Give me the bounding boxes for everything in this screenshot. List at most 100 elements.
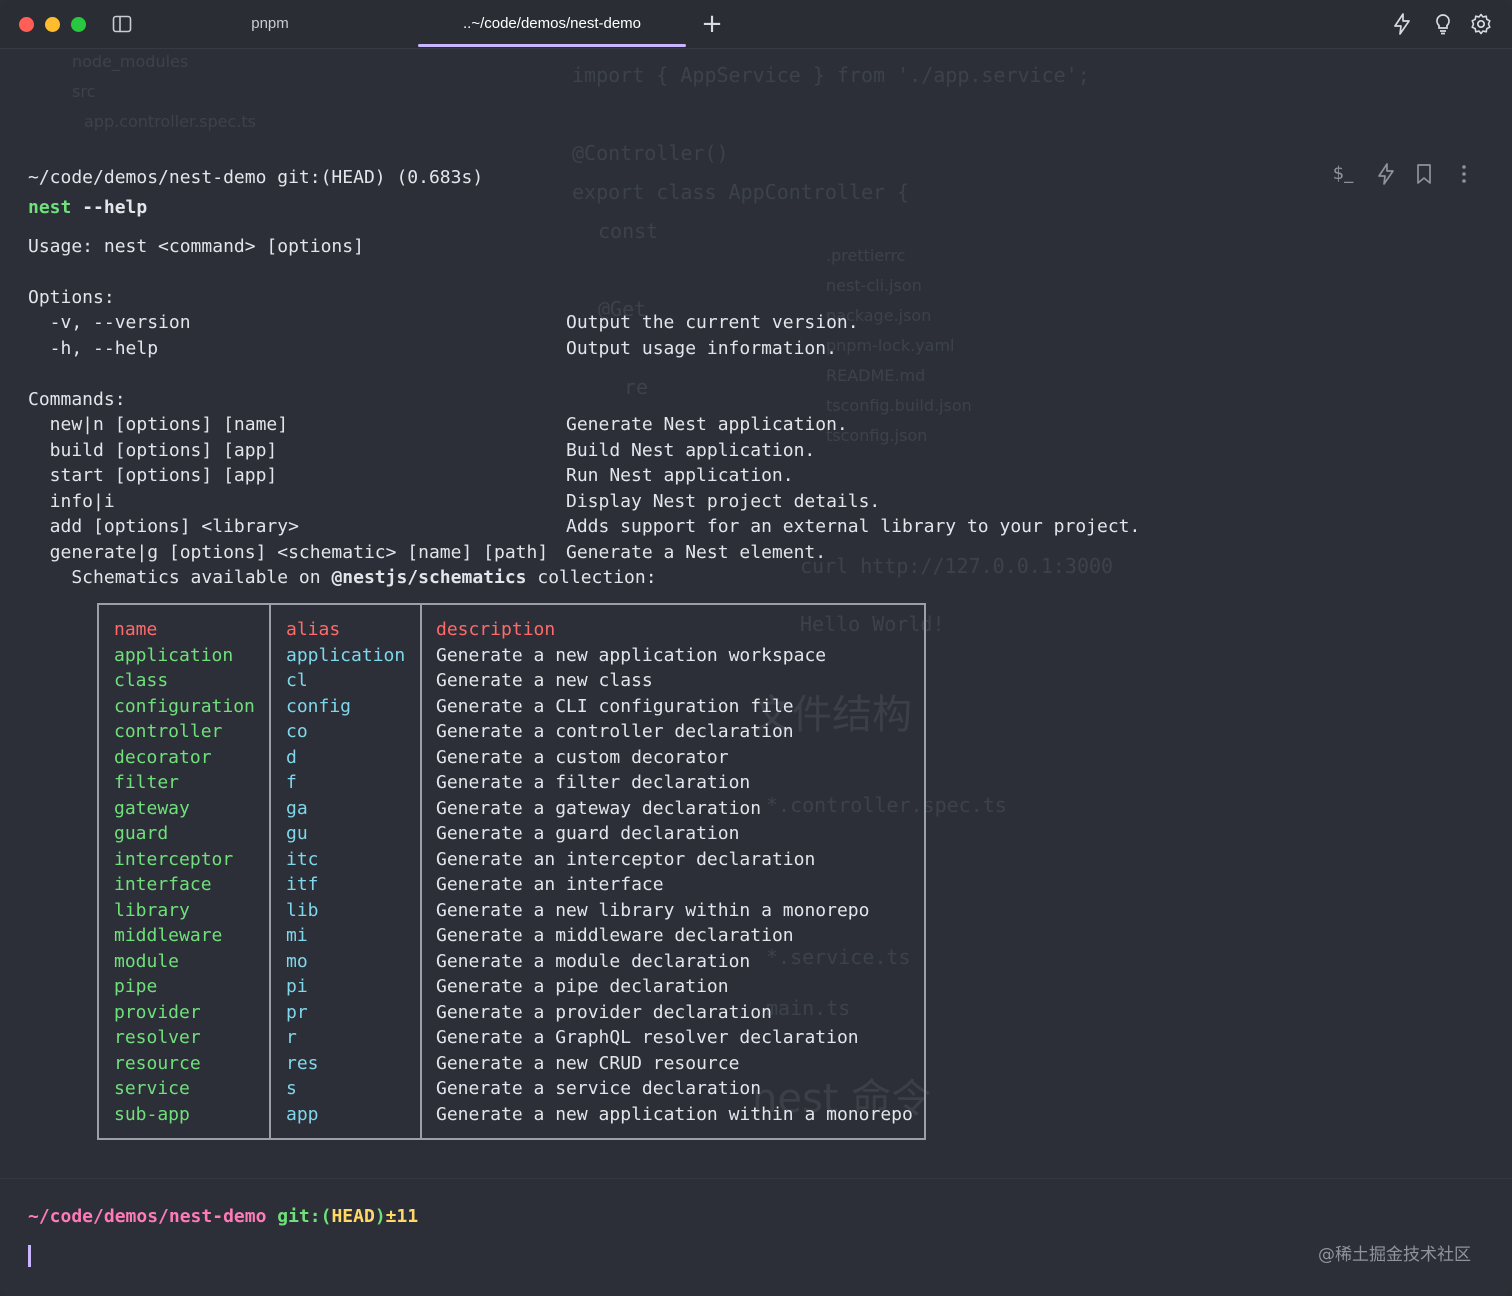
- schematic-alias: f: [286, 772, 297, 793]
- schematic-name: sub-app: [114, 1103, 190, 1125]
- tab-nest-demo[interactable]: ..~/code/demos/nest-demo: [418, 0, 686, 48]
- split-pane-icon[interactable]: [112, 15, 132, 33]
- schematic-alias: itf: [286, 874, 319, 895]
- schematic-alias: application: [286, 644, 406, 666]
- schematic-description: Generate a GraphQL resolver declaration: [436, 1027, 859, 1048]
- dollar-prompt-icon[interactable]: $_: [1328, 162, 1358, 186]
- command-line: nest --help: [28, 197, 147, 219]
- schematic-alias: gu: [286, 823, 308, 844]
- schematic-alias: ga: [286, 797, 308, 819]
- schematic-description: Generate a new library within a monorepo: [436, 899, 870, 921]
- schematic-alias: co: [286, 721, 308, 742]
- schematic-description: Generate an interceptor declaration: [436, 848, 816, 870]
- schematic-alias: d: [286, 746, 297, 768]
- option-flag: -h, --help: [28, 338, 159, 359]
- schematic-description: Generate a controller declaration: [436, 721, 794, 742]
- lightbulb-icon[interactable]: [1431, 12, 1455, 36]
- schematic-description: Generate a service declaration: [436, 1078, 762, 1099]
- command-name: nest: [28, 197, 72, 218]
- schematic-description: Generate a gateway declaration: [436, 797, 762, 819]
- terminal-window: import { Controller, Get } from '@nestjs…: [0, 0, 1512, 1296]
- command-args: --help: [71, 197, 148, 218]
- command-entry: new|n [options] [name]: [28, 414, 289, 435]
- schematic-name: module: [114, 950, 180, 972]
- schematic-name: filter: [114, 772, 180, 793]
- schematic-name: guard: [114, 823, 169, 844]
- table-header-alias: alias: [286, 619, 341, 640]
- schematic-description: Generate a new application workspace: [436, 644, 827, 666]
- schematics-line: Schematics available on @nestjs/schemati…: [28, 567, 657, 589]
- option-desc: Output usage information.: [566, 338, 837, 359]
- tab-pnpm[interactable]: pnpm: [150, 0, 390, 48]
- schematic-description: Generate a new CRUD resource: [436, 1052, 740, 1074]
- command-desc: Adds support for an external library to …: [566, 516, 1141, 537]
- command-desc: Generate a Nest element.: [566, 542, 827, 563]
- close-window-button[interactable]: [19, 17, 34, 32]
- schematic-name: controller: [114, 721, 223, 742]
- schematic-description: Generate an interface: [436, 874, 664, 895]
- options-title: Options:: [28, 287, 115, 308]
- maximize-window-button[interactable]: [71, 17, 86, 32]
- text-cursor[interactable]: [28, 1245, 31, 1267]
- schematic-name: resolver: [114, 1027, 201, 1048]
- shell-prompt: ~/code/demos/nest-demo git:(HEAD)±11: [28, 1206, 418, 1227]
- schematic-description: Generate a provider declaration: [436, 1001, 772, 1023]
- prompt-git-suffix: ): [374, 1206, 386, 1227]
- command-desc: Display Nest project details.: [566, 491, 881, 512]
- watermark: @稀土掘金技术社区: [1318, 1245, 1471, 1265]
- schematic-alias: app: [286, 1103, 319, 1125]
- gear-icon[interactable]: [1469, 12, 1493, 36]
- schematic-alias: config: [286, 695, 352, 717]
- alias-column: alias application cl config co d f ga gu itc itf li…: [271, 605, 422, 1138]
- active-tab-indicator: [418, 44, 686, 47]
- schematic-alias: res: [286, 1052, 319, 1074]
- command-desc: Generate Nest application.: [566, 414, 848, 435]
- block-header: ~/code/demos/nest-demo git:(HEAD) (0.683…: [28, 167, 484, 188]
- tab-bar: pnpm ..~/code/demos/nest-demo +: [0, 0, 1512, 49]
- lightning-icon[interactable]: [1374, 162, 1398, 186]
- command-entry: generate|g [options] <schematic> [name] …: [28, 542, 549, 563]
- schematic-alias: pi: [286, 976, 308, 997]
- schematics-suffix: collection:: [526, 567, 657, 588]
- schematics-package: @nestjs/schematics: [331, 567, 527, 588]
- schematic-name: service: [114, 1078, 190, 1099]
- schematics-table: name application class configuration control…: [97, 603, 926, 1140]
- command-entry: add [options] <library>: [28, 516, 299, 537]
- schematic-name: gateway: [114, 797, 190, 819]
- schematic-alias: r: [286, 1027, 297, 1048]
- new-tab-button[interactable]: +: [700, 10, 724, 38]
- schematic-alias: lib: [286, 899, 319, 921]
- bookmark-icon[interactable]: [1412, 162, 1436, 186]
- schematic-alias: pr: [286, 1001, 308, 1023]
- schematic-name: interface: [114, 874, 212, 895]
- input-divider: [0, 1178, 1512, 1179]
- schematic-description: Generate a filter declaration: [436, 772, 751, 793]
- schematic-name: decorator: [114, 746, 212, 768]
- usage-line: Usage: nest <command> [options]: [28, 236, 364, 257]
- schematic-name: middleware: [114, 925, 223, 946]
- schematic-name: resource: [114, 1052, 201, 1074]
- command-desc: Build Nest application.: [566, 440, 816, 461]
- schematic-name: application: [114, 644, 234, 666]
- schematic-name: class: [114, 670, 169, 691]
- lightning-icon[interactable]: [1390, 12, 1414, 36]
- schematics-prefix: Schematics available on: [28, 567, 332, 588]
- schematic-name: pipe: [114, 976, 158, 997]
- command-entry: info|i: [28, 491, 115, 512]
- schematic-name: interceptor: [114, 848, 234, 870]
- more-vertical-icon[interactable]: [1452, 162, 1476, 186]
- minimize-window-button[interactable]: [45, 17, 60, 32]
- option-flag: -v, --version: [28, 312, 191, 333]
- description-column: description Generate a new application wo…: [422, 605, 924, 1138]
- schematic-alias: itc: [286, 848, 319, 870]
- commands-title: Commands:: [28, 389, 126, 410]
- schematic-description: Generate a new application within a mono…: [436, 1103, 913, 1125]
- prompt-status: ±11: [385, 1206, 419, 1227]
- table-header-description: description: [436, 619, 556, 640]
- schematic-alias: cl: [286, 670, 308, 691]
- schematic-description: Generate a guard declaration: [436, 823, 740, 844]
- schematic-description: Generate a middleware declaration: [436, 925, 794, 946]
- schematic-description: Generate a new class: [436, 670, 653, 691]
- schematic-description: Generate a custom decorator: [436, 746, 729, 768]
- schematic-description: Generate a CLI configuration file: [436, 695, 794, 717]
